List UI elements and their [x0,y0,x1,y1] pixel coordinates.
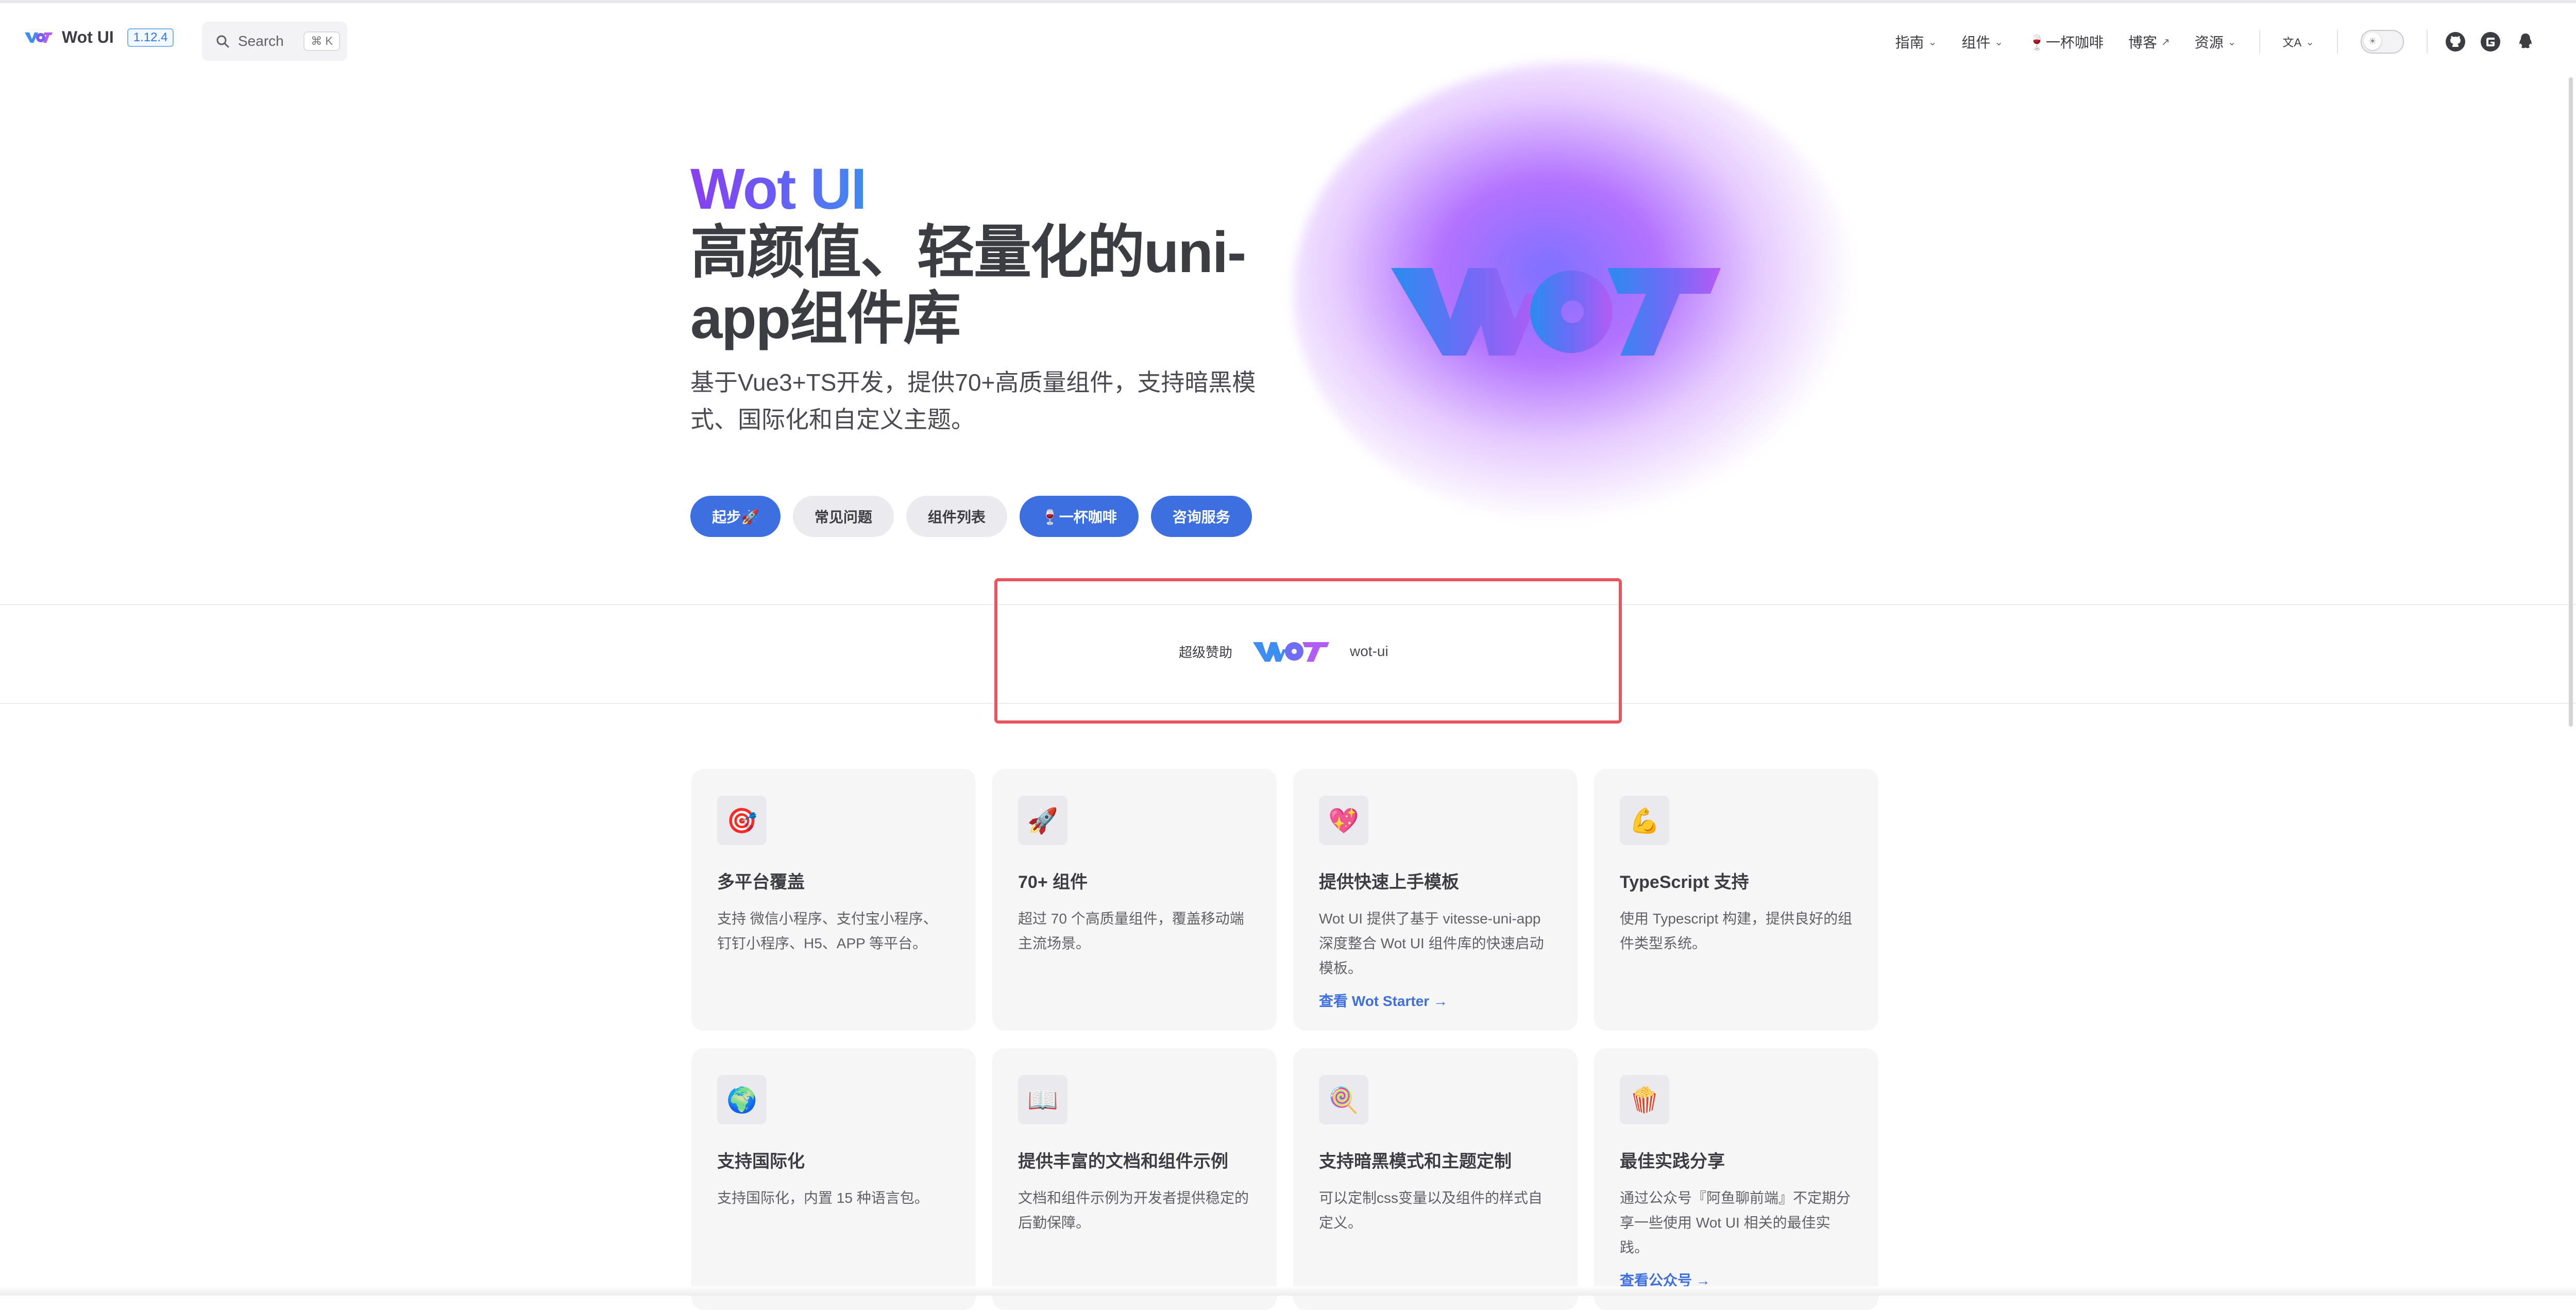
brand-link[interactable]: Wot UI 1.12.4 [25,28,174,47]
feature-title: TypeScript 支持 [1620,872,1749,892]
feature-title: 最佳实践分享 [1620,1152,1725,1171]
nav-coffee[interactable]: 🍷一杯咖啡 [2028,31,2104,52]
hero-tagline: 基于Vue3+TS开发，提供70+高质量组件，支持暗黑模式、国际化和自定义主题。 [690,369,1256,433]
nav-guide-label: 指南 [1895,35,1924,51]
hero-text: 高颜值、轻量化的uni-app组件库 [690,220,1246,350]
chevron-down-icon: ⌄ [2306,36,2314,48]
muscle-icon: 💪 [1620,796,1669,845]
nav-divider [2427,30,2428,54]
faq-button[interactable]: 常见问题 [792,496,894,537]
nav-blog[interactable]: 博客 ↗ [2128,31,2170,52]
nav-coffee-label: 🍷一杯咖啡 [2028,35,2104,51]
buy-coffee-button[interactable]: 🍷一杯咖啡 [1019,496,1139,537]
sponsor-name: wot-ui [1350,643,1388,659]
globe-icon: 🌍 [717,1075,767,1124]
brand-title: Wot UI [62,28,114,46]
hero-name: Wot UI [690,157,867,221]
feature-card: 💪 TypeScript 支持 使用 Typescript 构建，提供良好的组件… [1594,769,1878,1031]
get-started-button[interactable]: 起步🚀 [690,496,781,537]
feature-description: 通过公众号『阿鱼聊前端』不定期分享一些使用 Wot UI 相关的最佳实践。 [1620,1190,1851,1255]
feature-title: 提供快速上手模板 [1319,872,1459,892]
popcorn-icon: 🍿 [1620,1075,1669,1124]
version-badge[interactable]: 1.12.4 [127,28,174,47]
chevron-down-icon: ⌄ [2227,36,2236,48]
feature-description: 超过 70 个高质量组件，覆盖移动端主流场景。 [1018,911,1244,951]
feature-description: 文档和组件示例为开发者提供稳定的后勤保障。 [1018,1190,1249,1231]
translate-icon: 文A [2282,36,2302,49]
search-placeholder: Search [238,33,284,49]
nav-divider [2337,30,2338,54]
nav-guide[interactable]: 指南 ⌄ [1895,31,1937,52]
search-shortcut: ⌘ K [303,31,340,51]
search-icon [216,35,229,48]
language-switcher[interactable]: 文A ⌄ [2283,33,2314,50]
wot-starter-link[interactable]: 查看 Wot Starter → [1319,990,1552,1011]
feature-card: 📖 提供丰富的文档和组件示例 文档和组件示例为开发者提供稳定的后勤保障。 [992,1048,1277,1310]
feature-card: 🍭 支持暗黑模式和主题定制 可以定制css变量以及组件的样式自定义。 [1293,1048,1578,1310]
heart-icon: 💖 [1319,796,1368,845]
nav-resources[interactable]: 资源 ⌄ [2195,31,2236,52]
feature-description: 可以定制css变量以及组件的样式自定义。 [1319,1190,1543,1231]
chevron-down-icon: ⌄ [1994,36,2004,48]
feature-title: 多平台覆盖 [717,872,805,892]
feature-description: 使用 Typescript 构建，提供良好的组件类型系统。 [1620,911,1853,951]
feature-title: 支持暗黑模式和主题定制 [1319,1152,1512,1171]
sponsor-wot-logo[interactable] [1253,637,1330,666]
feature-title: 70+ 组件 [1018,872,1088,892]
rocket-icon: 🚀 [1018,796,1067,845]
feature-card: 🌍 支持国际化 支持国际化，内置 15 种语言包。 [691,1048,976,1310]
nav-divider [2259,30,2260,54]
feature-card: 🎯 多平台覆盖 支持 微信小程序、支付宝小程序、钉钉小程序、H5、APP 等平台… [691,769,976,1031]
theme-toggle[interactable]: ☀ [2361,30,2404,54]
wot-logo-icon [25,32,53,43]
feature-description: Wot UI 提供了基于 vitesse-uni-app 深度整合 Wot UI… [1319,911,1544,976]
feature-card: 💖 提供快速上手模板 Wot UI 提供了基于 vitesse-uni-app … [1293,769,1578,1031]
qq-icon[interactable] [2515,31,2536,52]
nav-components[interactable]: 组件 ⌄ [1961,31,2003,52]
feature-description: 支持 微信小程序、支付宝小程序、钉钉小程序、H5、APP 等平台。 [717,911,938,951]
feature-description: 支持国际化，内置 15 种语言包。 [717,1190,929,1206]
feature-card: 🍿 最佳实践分享 通过公众号『阿鱼聊前端』不定期分享一些使用 Wot UI 相关… [1594,1048,1878,1310]
gitee-icon[interactable] [2480,31,2501,52]
target-icon: 🎯 [717,796,767,845]
nav-resources-label: 资源 [2194,35,2224,51]
sponsor-row[interactable]: 超级赞助 wot-ui [1179,637,1388,666]
lollipop-icon: 🍭 [1319,1075,1368,1124]
features-grid: 🎯 多平台覆盖 支持 微信小程序、支付宝小程序、钉钉小程序、H5、APP 等平台… [691,769,1879,1310]
consulting-button[interactable]: 咨询服务 [1150,496,1252,537]
hero-wot-logo [1391,268,1721,356]
window-bottom-edge [0,1286,2576,1296]
feature-card: 🚀 70+ 组件 超过 70 个高质量组件，覆盖移动端主流场景。 [992,769,1277,1031]
chevron-down-icon: ⌄ [1928,36,1937,48]
book-icon: 📖 [1018,1075,1067,1124]
external-link-icon: ↗ [2161,36,2170,48]
component-list-button[interactable]: 组件列表 [906,496,1007,537]
feature-title: 支持国际化 [717,1152,805,1171]
hero-actions: 起步🚀 常见问题 组件列表 🍷一杯咖啡 咨询服务 [690,496,1252,537]
nav-components-label: 组件 [1961,35,1991,51]
github-icon[interactable] [2445,31,2466,52]
search-button[interactable]: Search ⌘ K [202,22,347,61]
top-navbar: Wot UI 1.12.4 Search ⌘ K 指南 ⌄ 组件 ⌄ 🍷一杯咖啡… [0,3,2576,77]
sponsor-label: 超级赞助 [1179,644,1233,660]
feature-title: 提供丰富的文档和组件示例 [1018,1152,1228,1171]
page-scrollbar[interactable] [2569,77,2573,727]
sun-icon: ☀ [2364,32,2381,50]
nav-blog-label: 博客 [2128,35,2157,51]
nav-menu: 指南 ⌄ 组件 ⌄ 🍷一杯咖啡 博客 ↗ 资源 ⌄ 文A ⌄ ☀ [1883,24,2543,60]
